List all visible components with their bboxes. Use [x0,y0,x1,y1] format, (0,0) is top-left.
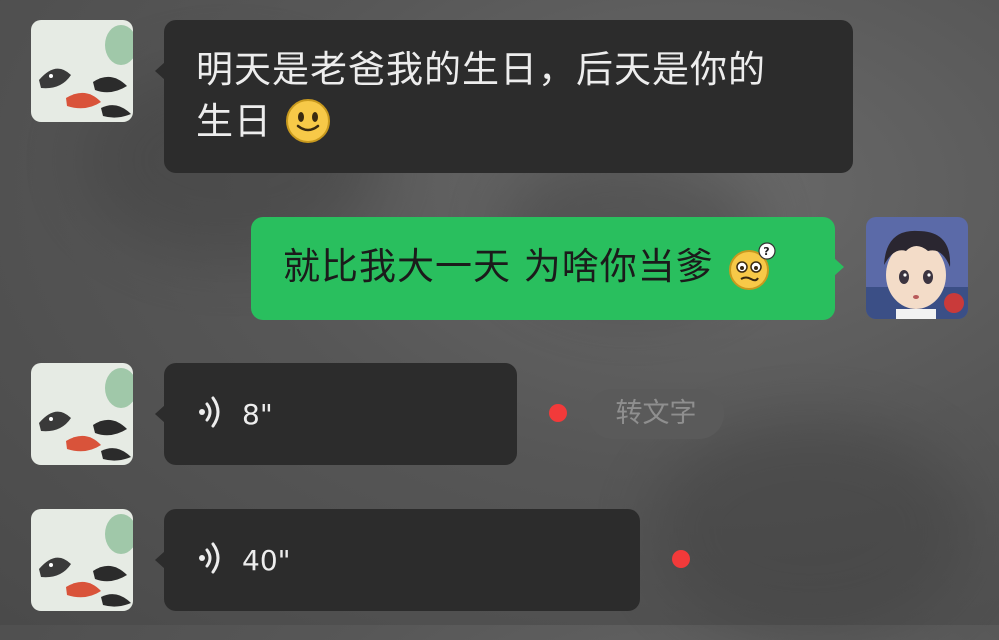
message-bubble-incoming[interactable]: 明天是老爸我的生日，后天是你的 生日 [155,20,853,173]
convert-to-text-button[interactable]: 转文字 [588,389,724,439]
message-text-line: 生日 [196,100,272,143]
voice-duration: 8" [242,397,273,431]
unread-dot [549,404,567,422]
voice-duration: 40" [242,543,291,577]
smile-emoji-icon [285,98,331,150]
message-bubble-outgoing[interactable]: 就比我大一天 为啥你当爹 ? [251,217,844,320]
unread-dot [672,550,690,568]
voice-wave-icon [198,395,224,433]
voice-message-bubble[interactable]: 40" [155,509,640,611]
svg-text:?: ? [763,245,770,258]
koi-avatar[interactable] [31,363,133,465]
koi-avatar[interactable] [31,20,133,122]
voice-wave-icon [198,541,224,579]
message-text: 就比我大一天 为啥你当爹 [283,245,714,288]
voice-message-bubble[interactable]: 8" [155,363,517,465]
koi-avatar[interactable] [31,509,133,611]
boy-avatar[interactable] [866,217,968,319]
message-text-line: 明天是老爸我的生日，后天是你的 [196,48,766,91]
confused-emoji-icon: ? [727,241,777,296]
